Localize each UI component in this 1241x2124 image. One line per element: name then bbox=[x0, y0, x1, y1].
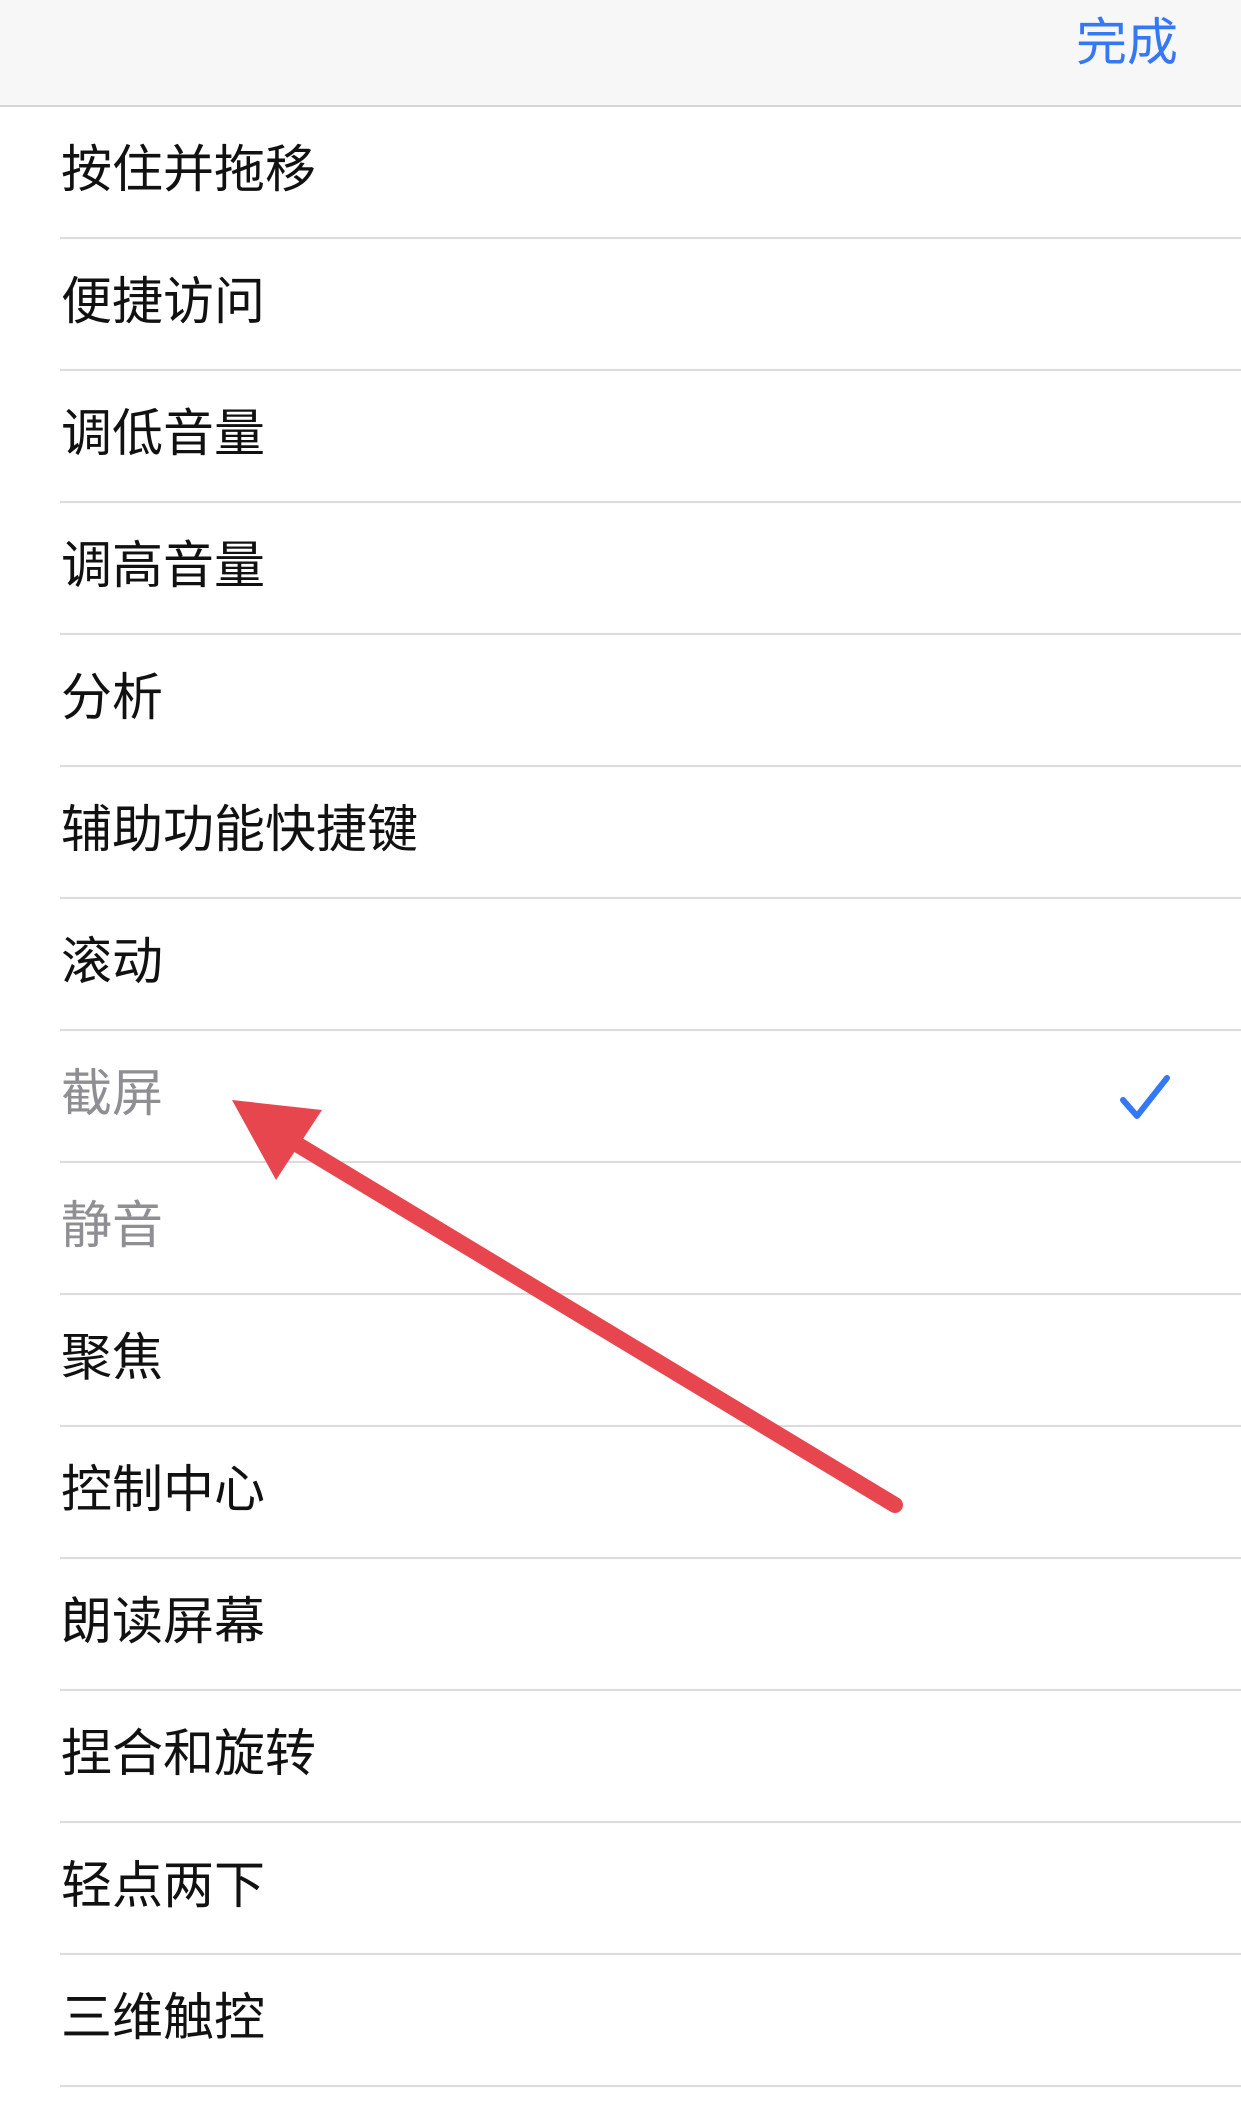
list-item-double-tap[interactable]: 轻点两下 bbox=[0, 1823, 1241, 1955]
navigation-bar: 完成 bbox=[0, 0, 1241, 107]
list-item-label: 截屏 bbox=[61, 1065, 164, 1124]
list-item-label: 控制中心 bbox=[61, 1461, 266, 1520]
list-item-label: 三维触控 bbox=[61, 1989, 266, 2048]
list-item-volume-up[interactable]: 调高音量 bbox=[0, 503, 1241, 635]
done-button[interactable]: 完成 bbox=[1076, 14, 1178, 74]
options-list: 按住并拖移 便捷访问 调低音量 调高音量 分析 辅助功能快捷键 滚动 截屏 静音… bbox=[0, 107, 1241, 2087]
list-item-label: 聚焦 bbox=[61, 1329, 164, 1388]
list-item-label: 捏合和旋转 bbox=[61, 1725, 317, 1784]
list-item-label: 滚动 bbox=[61, 933, 164, 992]
list-item-label: 便捷访问 bbox=[61, 273, 266, 332]
checkmark-icon bbox=[1120, 1075, 1170, 1119]
list-item-label: 分析 bbox=[61, 669, 164, 728]
list-item-label: 轻点两下 bbox=[61, 1857, 266, 1916]
list-item-accessibility-shortcut[interactable]: 辅助功能快捷键 bbox=[0, 767, 1241, 899]
list-item-drag[interactable]: 按住并拖移 bbox=[0, 107, 1241, 239]
list-item-3d-touch[interactable]: 三维触控 bbox=[0, 1955, 1241, 2087]
list-item-label: 静音 bbox=[61, 1197, 164, 1256]
list-item-label: 按住并拖移 bbox=[61, 141, 317, 200]
list-item-label: 辅助功能快捷键 bbox=[61, 801, 419, 860]
list-item-control-center[interactable]: 控制中心 bbox=[0, 1427, 1241, 1559]
list-item-pinch-rotate[interactable]: 捏合和旋转 bbox=[0, 1691, 1241, 1823]
list-item-screenshot[interactable]: 截屏 bbox=[0, 1031, 1241, 1163]
list-item-reachability[interactable]: 便捷访问 bbox=[0, 239, 1241, 371]
list-item-label: 调低音量 bbox=[61, 405, 266, 464]
list-item-scroll[interactable]: 滚动 bbox=[0, 899, 1241, 1031]
list-item-label: 朗读屏幕 bbox=[61, 1593, 266, 1652]
list-item-speak-screen[interactable]: 朗读屏幕 bbox=[0, 1559, 1241, 1691]
list-item-label: 调高音量 bbox=[61, 537, 266, 596]
list-item-focus[interactable]: 聚焦 bbox=[0, 1295, 1241, 1427]
list-item-volume-down[interactable]: 调低音量 bbox=[0, 371, 1241, 503]
list-item-analytics[interactable]: 分析 bbox=[0, 635, 1241, 767]
list-item-mute[interactable]: 静音 bbox=[0, 1163, 1241, 1295]
